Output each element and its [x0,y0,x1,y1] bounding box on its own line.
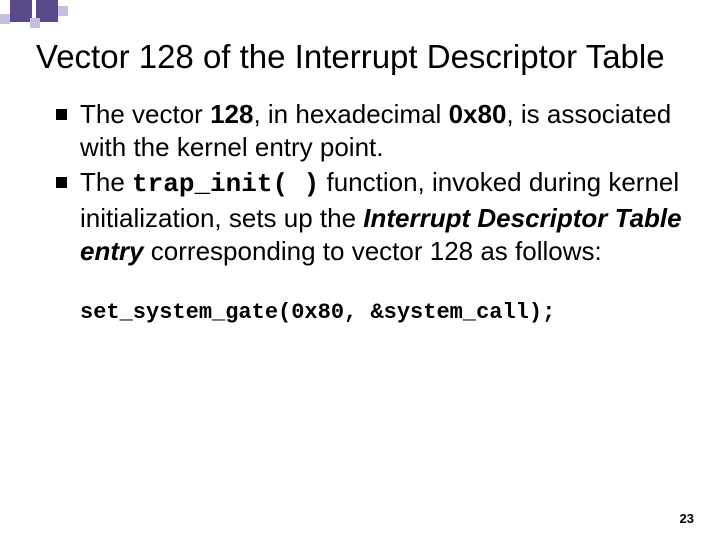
corner-decoration [0,0,120,40]
text: The [80,167,132,197]
bullet-list: The vector 128, in hexadecimal 0x80, is … [36,98,684,268]
code-line: set_system_gate(0x80, &system_call); [36,300,684,325]
slide-content: Vector 128 of the Interrupt Descriptor T… [0,0,720,325]
text: The vector [80,99,210,129]
bold-text: 128 [210,99,253,129]
bullet-item: The vector 128, in hexadecimal 0x80, is … [56,98,684,165]
slide-title: Vector 128 of the Interrupt Descriptor T… [36,38,684,76]
text: , in hexadecimal [253,99,448,129]
bullet-item: The trap_init( ) function, invoked durin… [56,166,684,268]
text: corresponding to vector 128 as follows: [144,236,602,266]
bold-text: 0x80 [449,99,507,129]
code-text: trap_init( ) [132,169,319,199]
page-number: 23 [680,511,694,526]
